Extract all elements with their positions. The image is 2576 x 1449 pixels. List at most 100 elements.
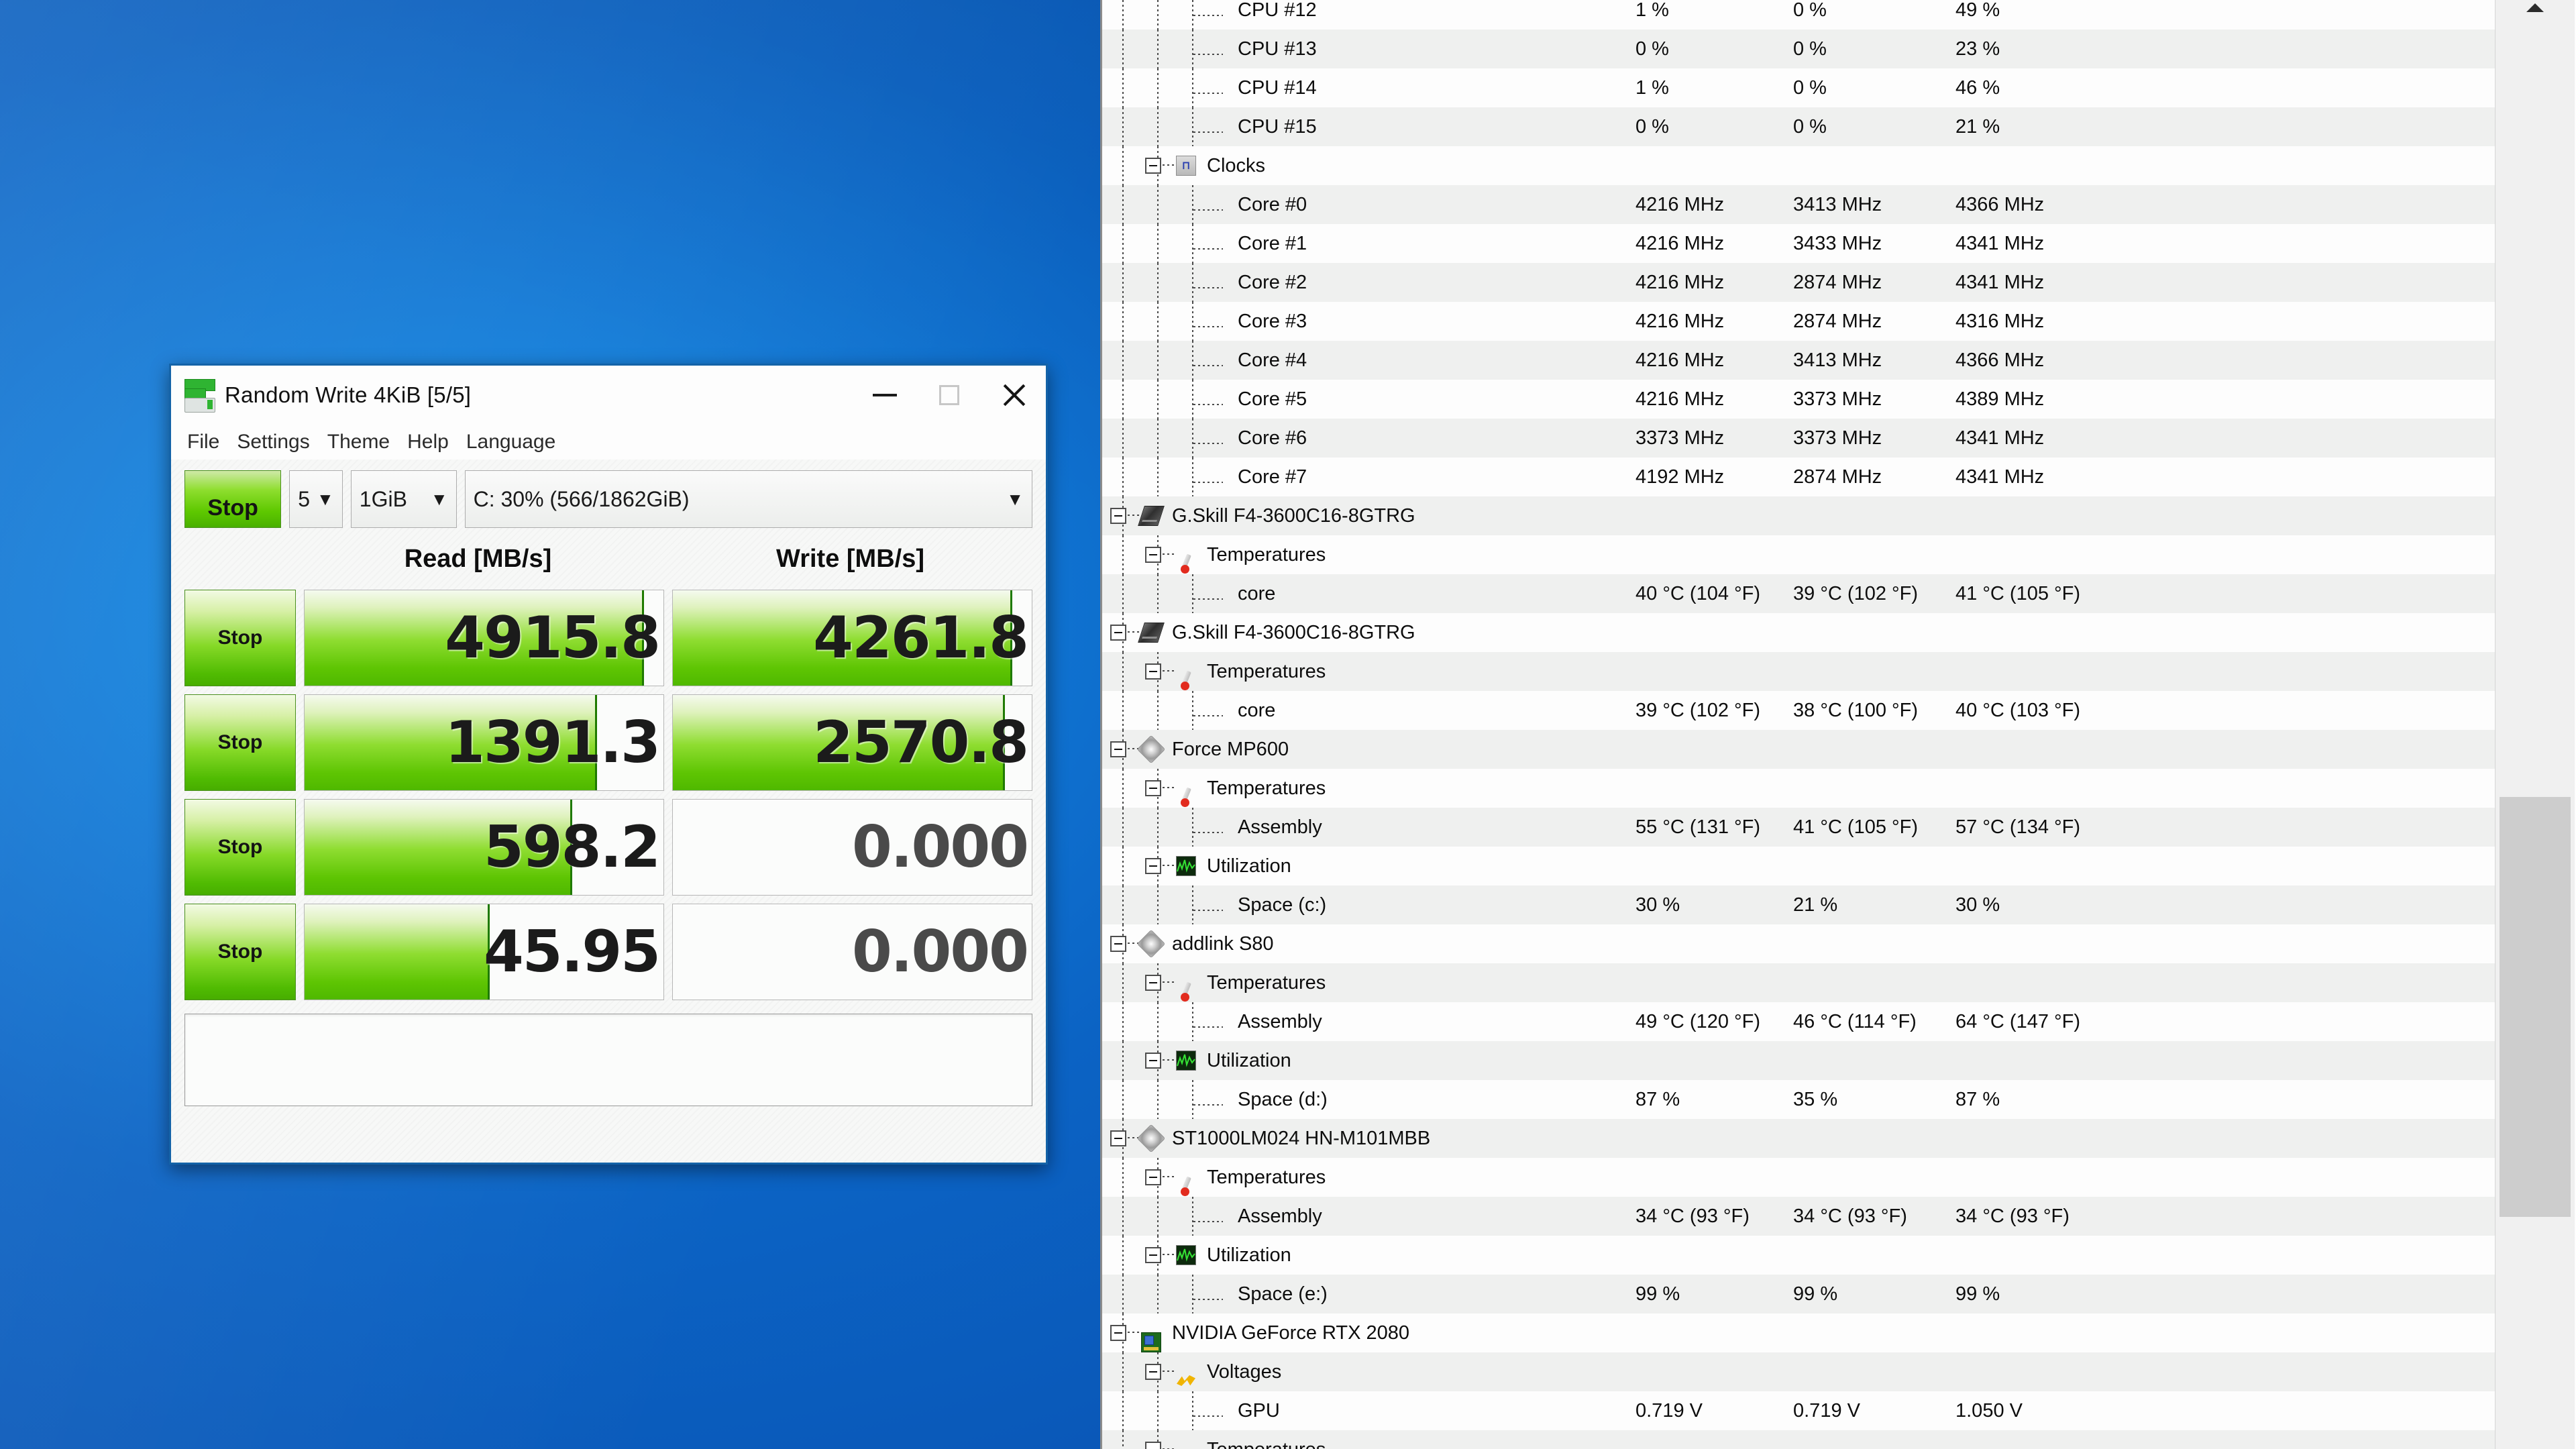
tree-group-row[interactable]: Temperatures	[1102, 963, 2495, 1002]
tree-expander-collapse[interactable]	[1110, 1325, 1126, 1341]
sensor-row[interactable]: CPU #13 0 % 0 % 23 %	[1102, 30, 2495, 68]
result-cell: 598.2	[304, 799, 664, 896]
sensor-row[interactable]: Core #6 3373 MHz 3373 MHz 4341 MHz	[1102, 419, 2495, 458]
result-row: Stop 598.2 0.000	[184, 799, 1032, 896]
tree-expander-collapse[interactable]	[1145, 663, 1161, 680]
tree-guide-line	[1193, 1026, 1223, 1028]
tree-guide-line	[1163, 1254, 1175, 1255]
sensor-row[interactable]: Assembly 55 °C (131 °F) 41 °C (105 °F) 57 °…	[1102, 808, 2495, 847]
row-stop-button[interactable]: Stop	[184, 694, 296, 791]
tree-guide-line	[1193, 209, 1223, 211]
tree-expander-collapse[interactable]	[1145, 1442, 1161, 1449]
menu-item-theme[interactable]: Theme	[327, 431, 390, 453]
row-stop-button[interactable]: Stop	[184, 590, 296, 686]
sensor-row[interactable]: Assembly 49 °C (120 °F) 46 °C (114 °F) 64 °…	[1102, 1002, 2495, 1041]
test-count-select[interactable]: 5 ▼	[289, 470, 343, 528]
chevron-down-icon: ▼	[1006, 488, 1024, 509]
tree-group-row[interactable]: Utilization	[1102, 1236, 2495, 1275]
sensor-row[interactable]: Core #3 4216 MHz 2874 MHz 4316 MHz	[1102, 302, 2495, 341]
sensor-current-value: 4216 MHz	[1635, 310, 1725, 332]
tree-group-row[interactable]: ⊓ Clocks	[1102, 146, 2495, 185]
sensor-row[interactable]: core 39 °C (102 °F) 38 °C (100 °F) 40 °C (1…	[1102, 691, 2495, 730]
tree-group-row[interactable]: Temperatures	[1102, 769, 2495, 808]
tree-expander-collapse[interactable]	[1110, 741, 1126, 757]
sensor-maximum-value: 4366 MHz	[1955, 193, 2045, 215]
tree-expander-collapse[interactable]	[1145, 780, 1161, 796]
sensor-row[interactable]: Space (c:) 30 % 21 % 30 %	[1102, 885, 2495, 924]
tree-group-row[interactable]: Temperatures	[1102, 1430, 2495, 1449]
row-stop-button[interactable]: Stop	[184, 904, 296, 1000]
tree-group-row[interactable]: Utilization	[1102, 1041, 2495, 1080]
vertical-scrollbar[interactable]	[2495, 0, 2575, 1449]
sensor-row[interactable]: Assembly 34 °C (93 °F) 34 °C (93 °F) 34 °C …	[1102, 1197, 2495, 1236]
write-value: 4261.8	[813, 604, 1029, 672]
tree-group-row[interactable]: Force MP600	[1102, 730, 2495, 769]
tree-guide-line	[1193, 832, 1223, 833]
close-button[interactable]	[981, 366, 1046, 425]
menu-item-language[interactable]: Language	[466, 431, 555, 453]
tree-expander-collapse[interactable]	[1110, 625, 1126, 641]
tree-group-row[interactable]: NVIDIA GeForce RTX 2080	[1102, 1313, 2495, 1352]
tree-guide-line	[1157, 574, 1159, 613]
sensor-row[interactable]: CPU #15 0 % 0 % 21 %	[1102, 107, 2495, 146]
tree-node-label: Temperatures	[1207, 777, 1326, 799]
read-value: 4915.8	[445, 604, 661, 672]
menu-item-help[interactable]: Help	[407, 431, 449, 453]
sensor-row[interactable]: CPU #12 1 % 0 % 49 %	[1102, 0, 2495, 30]
status-textbox[interactable]	[184, 1014, 1032, 1106]
sensor-minimum-value: 2874 MHz	[1793, 466, 1882, 488]
test-count-value: 5	[298, 486, 311, 511]
menu-item-file[interactable]: File	[187, 431, 219, 453]
tree-group-row[interactable]: G.Skill F4-3600C16-8GTRG	[1102, 496, 2495, 535]
tree-expander-collapse[interactable]	[1145, 1247, 1161, 1263]
tree-expander-collapse[interactable]	[1145, 547, 1161, 563]
tree-expander-collapse[interactable]	[1110, 508, 1126, 524]
sensor-row[interactable]: Core #0 4216 MHz 3413 MHz 4366 MHz	[1102, 185, 2495, 224]
sensor-row[interactable]: Core #5 4216 MHz 3373 MHz 4389 MHz	[1102, 380, 2495, 419]
tree-expander-collapse[interactable]	[1145, 975, 1161, 991]
tree-expander-collapse[interactable]	[1145, 1169, 1161, 1185]
tree-expander-collapse[interactable]	[1145, 858, 1161, 874]
scroll-up-button[interactable]	[2496, 0, 2575, 15]
disk-icon	[1136, 1124, 1166, 1153]
tree-group-row[interactable]: Temperatures	[1102, 1158, 2495, 1197]
tree-group-row[interactable]: Voltages	[1102, 1352, 2495, 1391]
scrollbar-thumb[interactable]	[2500, 797, 2571, 1218]
tree-group-row[interactable]: G.Skill F4-3600C16-8GTRG	[1102, 613, 2495, 652]
tree-guide-line	[1192, 185, 1193, 224]
sensor-minimum-value: 3433 MHz	[1793, 232, 1882, 254]
minimize-button[interactable]	[853, 366, 917, 425]
tree-guide-line	[1122, 652, 1124, 691]
sensor-row[interactable]: Core #7 4192 MHz 2874 MHz 4341 MHz	[1102, 458, 2495, 496]
sensor-row[interactable]: Core #1 4216 MHz 3433 MHz 4341 MHz	[1102, 224, 2495, 263]
row-stop-button[interactable]: Stop	[184, 799, 296, 896]
tree-expander-collapse[interactable]	[1145, 1364, 1161, 1380]
tree-guide-line	[1122, 30, 1124, 68]
sensor-row[interactable]: Core #4 4216 MHz 3413 MHz 4366 MHz	[1102, 341, 2495, 380]
tree-group-row[interactable]: Temperatures	[1102, 535, 2495, 574]
sensor-row[interactable]: CPU #14 1 % 0 % 46 %	[1102, 68, 2495, 107]
tree-expander-collapse[interactable]	[1110, 1130, 1126, 1146]
all-stop-button[interactable]: Stop	[184, 470, 282, 528]
tree-guide-line	[1157, 1197, 1159, 1236]
sensor-row[interactable]: Space (e:) 99 % 99 % 99 %	[1102, 1275, 2495, 1313]
sensor-row[interactable]: Core #2 4216 MHz 2874 MHz 4341 MHz	[1102, 263, 2495, 302]
tree-expander-collapse[interactable]	[1110, 936, 1126, 952]
sensor-maximum-value: 46 %	[1955, 76, 2000, 99]
test-size-select[interactable]: 1GiB ▼	[350, 470, 457, 528]
chevron-down-icon: ▼	[430, 488, 448, 509]
tree-group-row[interactable]: addlink S80	[1102, 924, 2495, 963]
sensor-row[interactable]: core 40 °C (104 °F) 39 °C (102 °F) 41 °C (1…	[1102, 574, 2495, 613]
tree-group-row[interactable]: ST1000LM024 HN-M101MBB	[1102, 1119, 2495, 1158]
tree-expander-collapse[interactable]	[1145, 1053, 1161, 1069]
tree-expander-collapse[interactable]	[1145, 158, 1161, 174]
maximize-button[interactable]	[917, 366, 981, 425]
tree-group-row[interactable]: Utilization	[1102, 847, 2495, 885]
sensor-row[interactable]: GPU 0.719 V 0.719 V 1.050 V	[1102, 1391, 2495, 1430]
tree-group-row[interactable]: Temperatures	[1102, 652, 2495, 691]
sensor-row[interactable]: Space (d:) 87 % 35 % 87 %	[1102, 1080, 2495, 1119]
sensor-current-value: 39 °C (102 °F)	[1635, 699, 1760, 721]
menu-item-settings[interactable]: Settings	[237, 431, 309, 453]
target-drive-select[interactable]: C: 30% (566/1862GiB) ▼	[464, 470, 1033, 528]
tree-guide-line	[1122, 691, 1124, 730]
